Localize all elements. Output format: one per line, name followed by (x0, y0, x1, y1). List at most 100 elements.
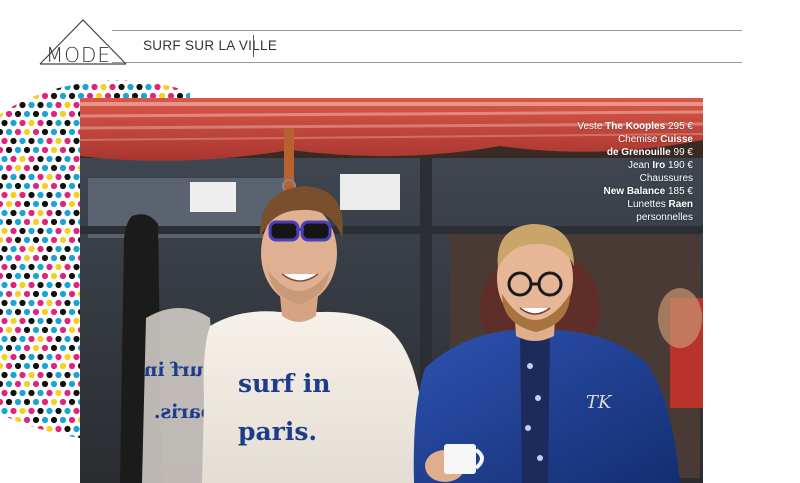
halftone-dot (46, 425, 53, 433)
halftone-dot (23, 380, 31, 388)
halftone-dot (32, 146, 40, 154)
halftone-dot (0, 434, 4, 442)
halftone-dot (41, 254, 49, 262)
halftone-dot (28, 407, 35, 415)
halftone-dot (64, 155, 71, 163)
credit-chemise: Chemise Cuisse (617, 134, 693, 145)
halftone-dot (32, 92, 40, 100)
halftone-dot (0, 254, 4, 262)
halftone-dot (37, 407, 44, 415)
halftone-dot (41, 146, 49, 154)
halftone-dot (68, 80, 76, 82)
halftone-dot (14, 398, 22, 406)
halftone-dot (55, 425, 62, 433)
halftone-dot (10, 263, 17, 271)
halftone-dot (73, 281, 80, 289)
halftone-dot (59, 254, 67, 262)
halftone-dot (14, 218, 22, 226)
halftone-dot (14, 128, 22, 136)
halftone-dot (5, 416, 13, 424)
halftone-dot (10, 317, 17, 325)
halftone-dot (73, 155, 80, 163)
halftone-dot (41, 218, 49, 226)
halftone-dot (19, 137, 26, 145)
halftone-dot (23, 110, 31, 118)
halftone-dot (32, 110, 40, 118)
halftone-dot (23, 326, 31, 334)
halftone-dot (50, 218, 58, 226)
halftone-dot (59, 92, 67, 100)
halftone-dot (28, 227, 35, 235)
halftone-dot (46, 371, 53, 379)
halftone-dot (14, 182, 22, 190)
halftone-dot (68, 398, 76, 406)
halftone-dot (0, 272, 4, 280)
halftone-dot (19, 299, 26, 307)
halftone-dot (59, 182, 67, 190)
halftone-dot (14, 254, 22, 262)
halftone-dot (10, 245, 17, 253)
halftone-dot (19, 119, 26, 127)
halftone-dot (41, 326, 49, 334)
halftone-dot (32, 290, 40, 298)
halftone-dot (41, 92, 49, 100)
halftone-dot (68, 254, 76, 262)
credit-lunettes-note: personnelles (636, 212, 693, 223)
halftone-dot (5, 128, 13, 136)
halftone-dot (46, 209, 53, 217)
halftone-dot (50, 344, 58, 352)
halftone-dot (149, 80, 157, 82)
halftone-dot (55, 353, 62, 361)
halftone-dot (185, 80, 190, 82)
halftone-dot (46, 407, 53, 415)
halftone-dot (46, 137, 53, 145)
halftone-dot (14, 344, 22, 352)
halftone-dot (55, 263, 62, 271)
halftone-dot (41, 362, 49, 370)
halftone-dot (0, 218, 4, 226)
halftone-dot (46, 155, 53, 163)
halftone-dot (37, 263, 44, 271)
halftone-dot (46, 263, 53, 271)
halftone-dot (10, 353, 17, 361)
halftone-dot (64, 209, 71, 217)
halftone-dot (14, 146, 22, 154)
halftone-dot (1, 371, 8, 379)
halftone-dot (28, 209, 35, 217)
halftone-dot (19, 173, 26, 181)
halftone-dot (136, 83, 143, 91)
halftone-dot (14, 362, 22, 370)
halftone-dot (68, 182, 76, 190)
halftone-dot (5, 200, 13, 208)
halftone-dot (55, 227, 62, 235)
halftone-dot (59, 344, 67, 352)
halftone-dot (68, 416, 76, 424)
halftone-dot (59, 362, 67, 370)
halftone-dot (19, 155, 26, 163)
halftone-dot (59, 236, 67, 244)
halftone-dot (50, 290, 58, 298)
halftone-dot (55, 83, 62, 91)
halftone-dot (1, 101, 8, 109)
halftone-dot (23, 416, 31, 424)
halftone-dot (68, 128, 76, 136)
halftone-dot (23, 80, 31, 82)
halftone-dot (5, 236, 13, 244)
halftone-dot (37, 209, 44, 217)
logo-text: MODE (46, 43, 112, 67)
halftone-dot (73, 119, 80, 127)
halftone-dot (10, 119, 17, 127)
halftone-dot (64, 299, 71, 307)
halftone-dot (41, 182, 49, 190)
halftone-dot (32, 128, 40, 136)
halftone-dot (50, 92, 58, 100)
halftone-dot (55, 371, 62, 379)
halftone-dot (55, 389, 62, 397)
halftone-dot (68, 236, 76, 244)
halftone-dot (59, 200, 67, 208)
halftone-dot (37, 101, 44, 109)
halftone-dot (0, 110, 4, 118)
sweatshirt-text-line1: surf in (238, 369, 331, 398)
halftone-dot (32, 236, 40, 244)
halftone-dot (28, 317, 35, 325)
